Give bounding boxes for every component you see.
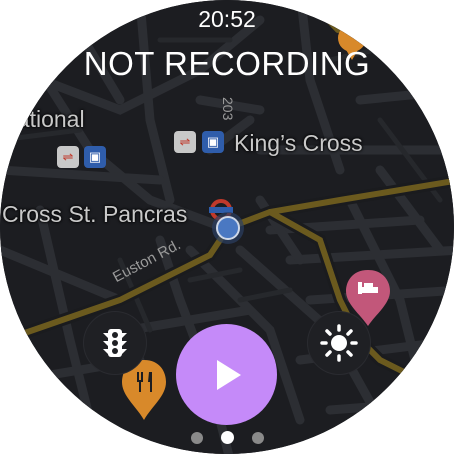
map-label-st-pancras: Cross St. Pancras [2, 201, 188, 227]
traffic-button[interactable] [84, 312, 146, 374]
clock-time: 20:52 [198, 6, 256, 32]
page-indicator-2-active [221, 431, 234, 444]
brightness-button[interactable] [308, 312, 370, 374]
page-indicator-3 [252, 432, 264, 444]
bus-icon: ▣ [84, 146, 106, 168]
watch-face: ⇌ ▣ ⇌ ▣ national King’s Cross Cross St. … [0, 0, 454, 454]
rail-icon: ⇌ [174, 131, 196, 153]
bus-icon: ▣ [202, 131, 224, 153]
brightness-icon [320, 324, 358, 362]
map-label-road-203: 203 [220, 97, 236, 121]
map-label-kings-cross: King’s Cross [234, 130, 363, 156]
current-location-icon [212, 212, 244, 244]
page-indicator-1 [191, 432, 203, 444]
play-button[interactable] [176, 324, 277, 425]
recording-status: NOT RECORDING [83, 45, 371, 82]
rail-icon: ⇌ [57, 146, 79, 168]
traffic-light-icon [103, 329, 127, 357]
map-label-station: national [4, 106, 85, 132]
play-icon [216, 359, 241, 390]
